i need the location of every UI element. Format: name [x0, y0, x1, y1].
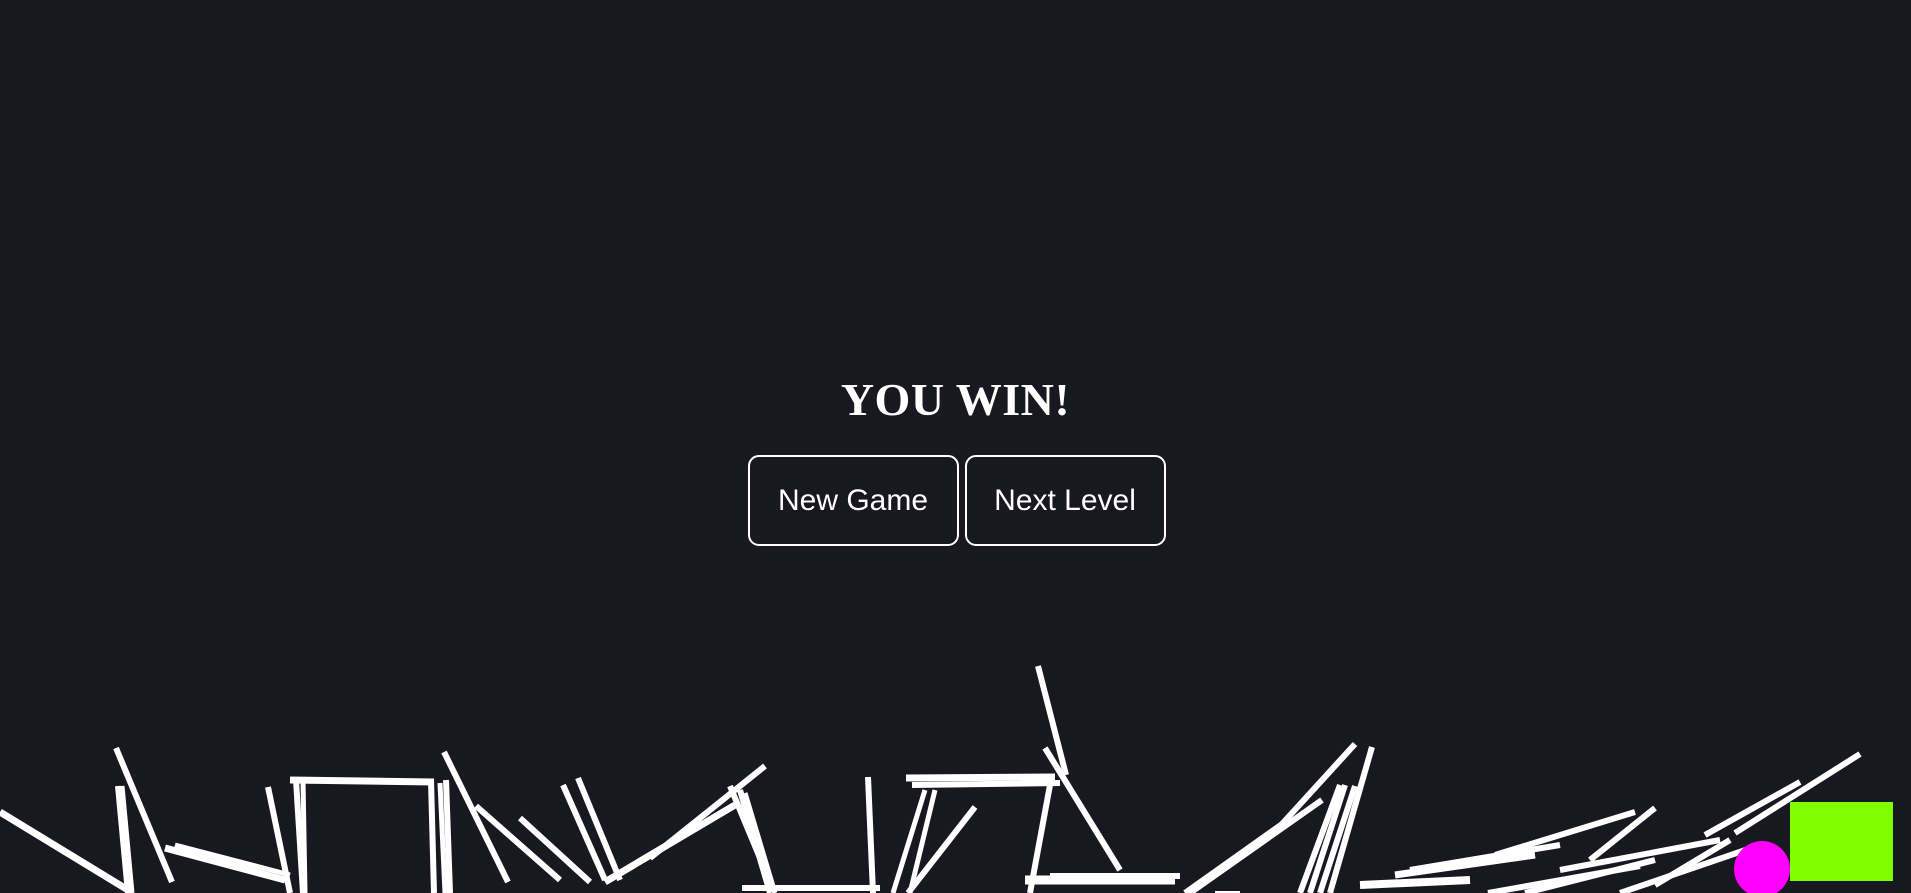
debris-stick: [1409, 842, 1561, 873]
debris-stick: [441, 750, 511, 884]
debris-stick: [1494, 809, 1636, 858]
debris-stick: [742, 792, 778, 893]
debris-stick: [1703, 779, 1802, 838]
debris-stick: [905, 773, 1056, 782]
debris-stick: [1359, 876, 1471, 889]
button-row: New Game Next Level: [0, 455, 1911, 546]
debris-stick: [174, 842, 291, 878]
debris-stick: [737, 789, 773, 893]
game-canvas[interactable]: YOU WIN! New Game Next Level: [0, 0, 1911, 893]
win-title: YOU WIN!: [840, 374, 1071, 425]
debris-stick: [0, 809, 130, 893]
debris-stick: [443, 779, 453, 893]
debris-stick: [428, 779, 437, 893]
next-level-button[interactable]: Next Level: [964, 455, 1166, 546]
new-game-button[interactable]: New Game: [747, 455, 959, 546]
debris-stick: [1042, 746, 1123, 872]
debris-stick: [289, 776, 435, 786]
debris-stick: [865, 776, 876, 893]
debris-stick: [911, 780, 1061, 788]
debris-stick: [164, 844, 286, 884]
debris-stick: [300, 779, 308, 893]
win-dialog: YOU WIN! New Game Next Level: [0, 372, 1911, 546]
goal-square: [1790, 802, 1893, 881]
